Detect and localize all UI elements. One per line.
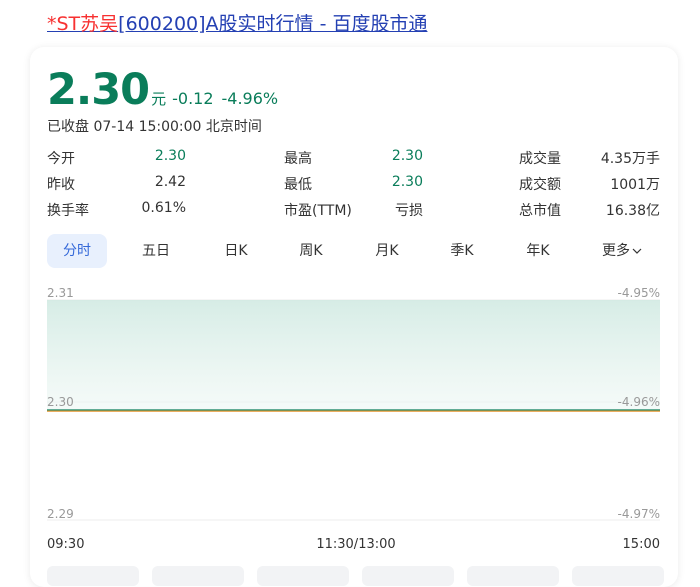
bottom-button-2[interactable] — [152, 566, 244, 586]
x-axis-end: 15:00 — [622, 537, 660, 552]
bottom-button-3[interactable] — [257, 566, 349, 586]
y-axis-right-top: -4.95% — [617, 286, 660, 300]
y-axis-left-mid: 2.30 — [47, 395, 74, 409]
y-axis-left-top: 2.31 — [47, 286, 74, 300]
y-axis-right-mid: -4.96% — [617, 395, 660, 409]
x-axis-mid: 11:30/13:00 — [316, 537, 396, 552]
bottom-button-4[interactable] — [362, 566, 454, 586]
y-axis-left-bottom: 2.29 — [47, 507, 74, 521]
x-axis-start: 09:30 — [47, 537, 85, 552]
bottom-button-6[interactable] — [572, 566, 664, 586]
intraday-chart — [47, 299, 660, 521]
price-area-fill — [47, 300, 660, 410]
bottom-button-5[interactable] — [467, 566, 559, 586]
bottom-button-1[interactable] — [47, 566, 139, 586]
y-axis-right-bottom: -4.97% — [617, 507, 660, 521]
